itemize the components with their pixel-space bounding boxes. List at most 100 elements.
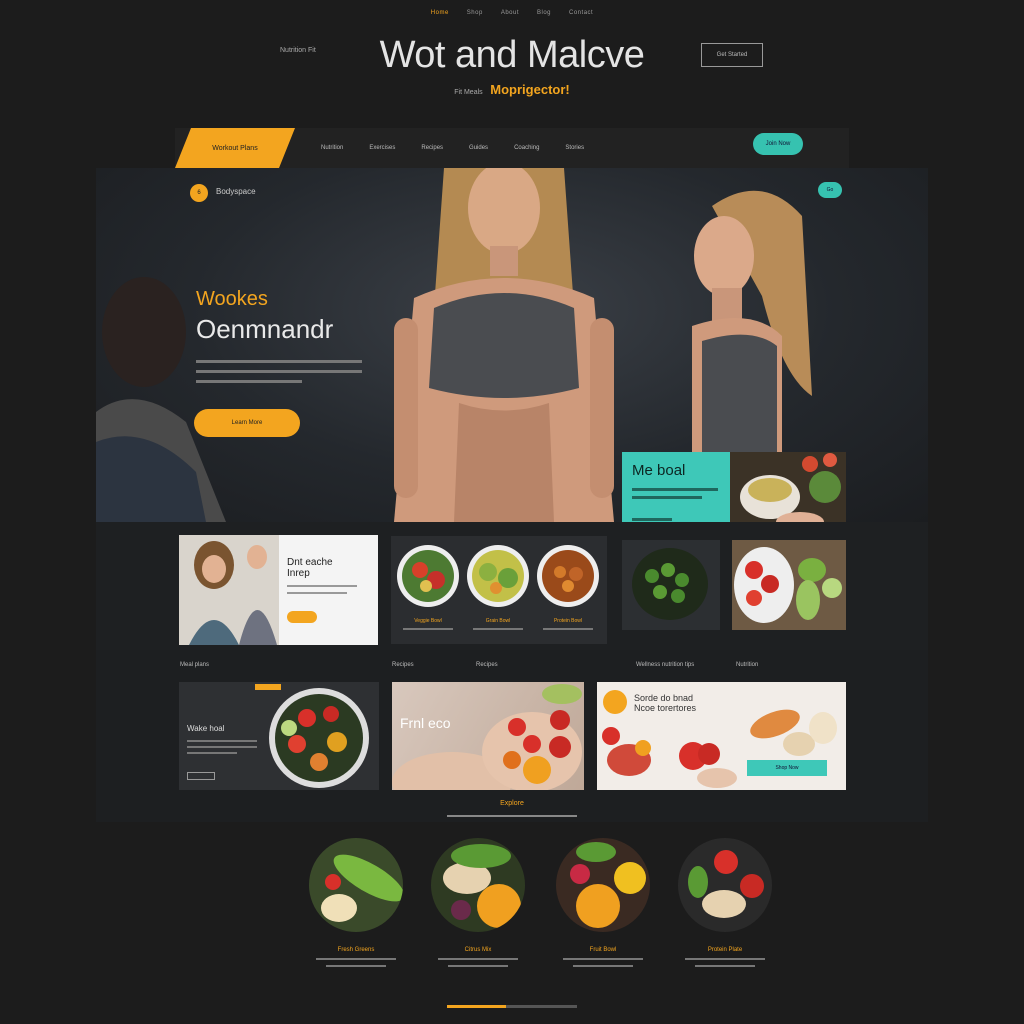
subtitle-prefix: Fit Meals	[454, 89, 483, 96]
shop-produce-title: Sorde do bnad Ncoe torertores	[634, 693, 697, 714]
tomatoes-veg-image[interactable]	[732, 540, 846, 630]
salad-plate-text-line	[187, 746, 257, 748]
circle-item-protein-plate[interactable]: Protein Plate	[678, 838, 772, 967]
circle-item-caption: Fruit Bowl	[589, 947, 617, 953]
section-label: Meal plans	[180, 662, 210, 668]
explore-section-line	[447, 815, 577, 817]
top-nav-item-shop[interactable]: Shop	[467, 10, 483, 16]
circle-item-text-line	[563, 958, 643, 960]
circle-item-citrus-mix[interactable]: Citrus Mix	[431, 838, 525, 967]
explore-section-label: Explore	[500, 800, 524, 807]
section-label: Nutrition	[736, 662, 759, 668]
fitness-model-front-image	[394, 168, 614, 522]
bowl-caption: Protein Bowl	[553, 618, 583, 624]
meal-bowl-card-text-line	[632, 488, 718, 491]
family-card[interactable]: Dnt eache Inrep	[179, 535, 378, 645]
top-nav-item-contact[interactable]: Contact	[569, 10, 593, 16]
circle-item-caption: Citrus Mix	[464, 947, 492, 953]
salad-plate-button[interactable]	[187, 772, 215, 780]
hero-text-line	[196, 360, 362, 363]
join-now-button[interactable]: Join Now	[753, 133, 803, 155]
circle-item-text-line	[685, 958, 765, 960]
family-card-title-line: Dnt eache	[287, 557, 333, 568]
hero-heading: Oenmnandr	[196, 314, 334, 344]
fruit-hands-image	[392, 684, 582, 790]
circle-item-caption: Fresh Greens	[337, 947, 375, 953]
salad-plate-text-line	[187, 752, 237, 754]
green-peas-bowl-image[interactable]	[622, 540, 720, 630]
hero-badge-label: Bodyspace	[216, 187, 256, 196]
fruit-bowl-image	[556, 838, 650, 932]
salad-plate-card[interactable]: Wake hoal	[179, 682, 379, 790]
section-label: Recipes	[392, 662, 414, 668]
family-card-title-line: Inrep	[287, 568, 310, 579]
main-nav-item-stories[interactable]: Stories	[565, 145, 584, 151]
main-nav-item-exercises[interactable]: Exercises	[369, 145, 395, 151]
protein-plate-image	[678, 838, 772, 932]
salad-plate-text-line	[187, 740, 257, 742]
section-label: Wellness nutrition tips	[636, 662, 695, 668]
bowl-text-line	[403, 628, 453, 630]
circle-item-text-line	[573, 965, 633, 967]
hero-text-line	[196, 370, 362, 373]
hero-learn-more-button[interactable]: Learn More	[194, 409, 300, 437]
subtitle-highlight: Moprigector!	[490, 82, 570, 97]
circle-item-text-line	[695, 965, 755, 967]
site-subtitle: Fit Meals Moprigector!	[0, 82, 1024, 97]
bowl-caption: Veggie Bowl	[414, 618, 442, 624]
meal-bowl-card-link[interactable]	[632, 518, 672, 521]
family-card-button[interactable]	[287, 611, 317, 623]
main-nav-item-recipes[interactable]: Recipes	[421, 145, 443, 151]
top-nav-item-about[interactable]: About	[501, 10, 519, 16]
main-nav-active-tab[interactable]: Workout Plans	[175, 128, 295, 168]
salad-plate-image	[269, 688, 369, 788]
fresh-produce-image	[602, 727, 737, 788]
meal-bowl-card-title: Me boal	[632, 462, 686, 479]
footer-progress-bar	[447, 1005, 577, 1008]
family-card-text-line	[287, 592, 347, 594]
circle-item-fresh-greens[interactable]: Fresh Greens	[309, 838, 405, 967]
shop-badge-icon	[603, 690, 627, 714]
circle-item-text-line	[326, 965, 386, 967]
circle-item-text-line	[438, 958, 518, 960]
grain-bowl-image[interactable]	[466, 544, 530, 608]
footer-progress-fill	[447, 1005, 506, 1008]
family-card-text-line	[287, 585, 357, 587]
fitness-model-side-image	[692, 190, 812, 476]
salad-plate-card-title: Wake hoal	[187, 724, 225, 733]
sweet-potato-image	[750, 709, 837, 756]
get-started-button[interactable]: Get Started	[701, 43, 763, 67]
fruit-hands-card[interactable]: Frnl eco	[392, 682, 584, 790]
family-card-title: Dnt eache Inrep	[287, 557, 333, 579]
veggie-bowl-image[interactable]	[396, 544, 460, 608]
shop-produce-title-line: Ncoe torertores	[634, 702, 697, 713]
top-nav-item-blog[interactable]: Blog	[537, 10, 551, 16]
bowl-text-line	[543, 628, 593, 630]
bowls-panel: Veggie Bowl Grain Bowl Protein Bowl	[391, 536, 607, 644]
fruit-hands-card-title: Frnl eco	[400, 715, 451, 731]
main-nav-item-nutrition[interactable]: Nutrition	[321, 145, 343, 151]
circle-item-text-line	[316, 958, 396, 960]
main-nav-item-guides[interactable]: Guides	[469, 145, 488, 151]
bowl-text-line	[473, 628, 523, 630]
bodyspace-badge-icon: 6	[190, 184, 208, 202]
top-nav-item-home[interactable]: Home	[431, 10, 449, 16]
section-label: Recipes	[476, 662, 498, 668]
family-photo-image	[179, 535, 279, 645]
protein-bowl-image[interactable]	[536, 544, 600, 608]
hero-kicker: Wookes	[196, 288, 268, 310]
main-nav-item-coaching[interactable]: Coaching	[514, 145, 539, 151]
bowl-caption: Grain Bowl	[485, 618, 511, 624]
shop-now-button[interactable]: Shop Now	[747, 760, 827, 776]
circle-item-caption: Protein Plate	[707, 947, 743, 953]
fresh-greens-image	[309, 838, 405, 932]
site-title: Wot and Malcve	[379, 34, 645, 76]
shop-produce-card[interactable]: Sorde do bnad Ncoe torertores Shop Now	[597, 682, 846, 790]
circle-item-fruit-bowl[interactable]: Fruit Bowl	[556, 838, 650, 967]
citrus-mix-image	[431, 838, 525, 932]
hero-text-line	[196, 380, 302, 383]
meal-bowl-card-text-line	[632, 496, 702, 499]
top-nav: Home Shop About Blog Contact	[0, 10, 1024, 16]
circle-item-text-line	[448, 965, 508, 967]
main-nav: Workout Plans Nutrition Exercises Recipe…	[175, 128, 849, 168]
